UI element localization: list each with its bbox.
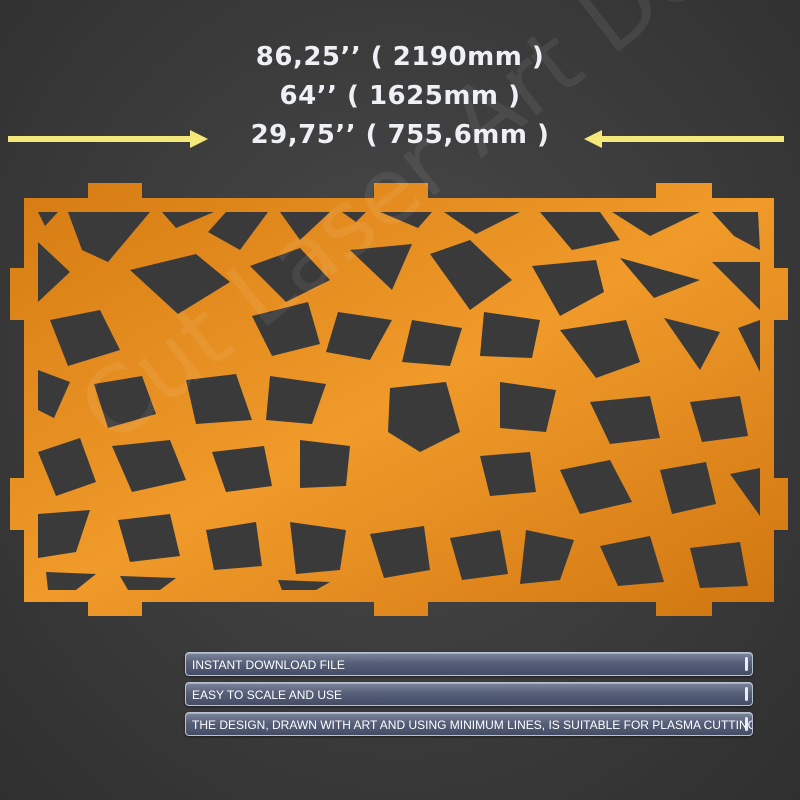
feature-label: INSTANT DOWNLOAD FILE: [192, 658, 345, 672]
feature-bar-easy-to-scale: EASY TO SCALE AND USE: [185, 682, 753, 706]
dimension-width: 86,25’’ ( 2190mm ): [255, 42, 545, 72]
bar-end-cap: [745, 687, 748, 701]
left-arrow-icon: [584, 130, 784, 148]
right-arrow-icon: [8, 130, 208, 148]
feature-bar-instant-download: INSTANT DOWNLOAD FILE: [185, 652, 753, 676]
bar-end-cap: [745, 657, 748, 671]
feature-bar-plasma-cutting: THE DESIGN, DRAWN WITH ART AND USING MIN…: [185, 712, 753, 736]
dimension-height: 64’’ ( 1625mm ): [279, 81, 521, 111]
bar-end-cap: [745, 717, 748, 731]
laser-cut-panel: [10, 183, 788, 616]
feature-list: INSTANT DOWNLOAD FILE EASY TO SCALE AND …: [185, 652, 753, 742]
feature-label: THE DESIGN, DRAWN WITH ART AND USING MIN…: [192, 718, 753, 732]
feature-label: EASY TO SCALE AND USE: [192, 688, 343, 702]
